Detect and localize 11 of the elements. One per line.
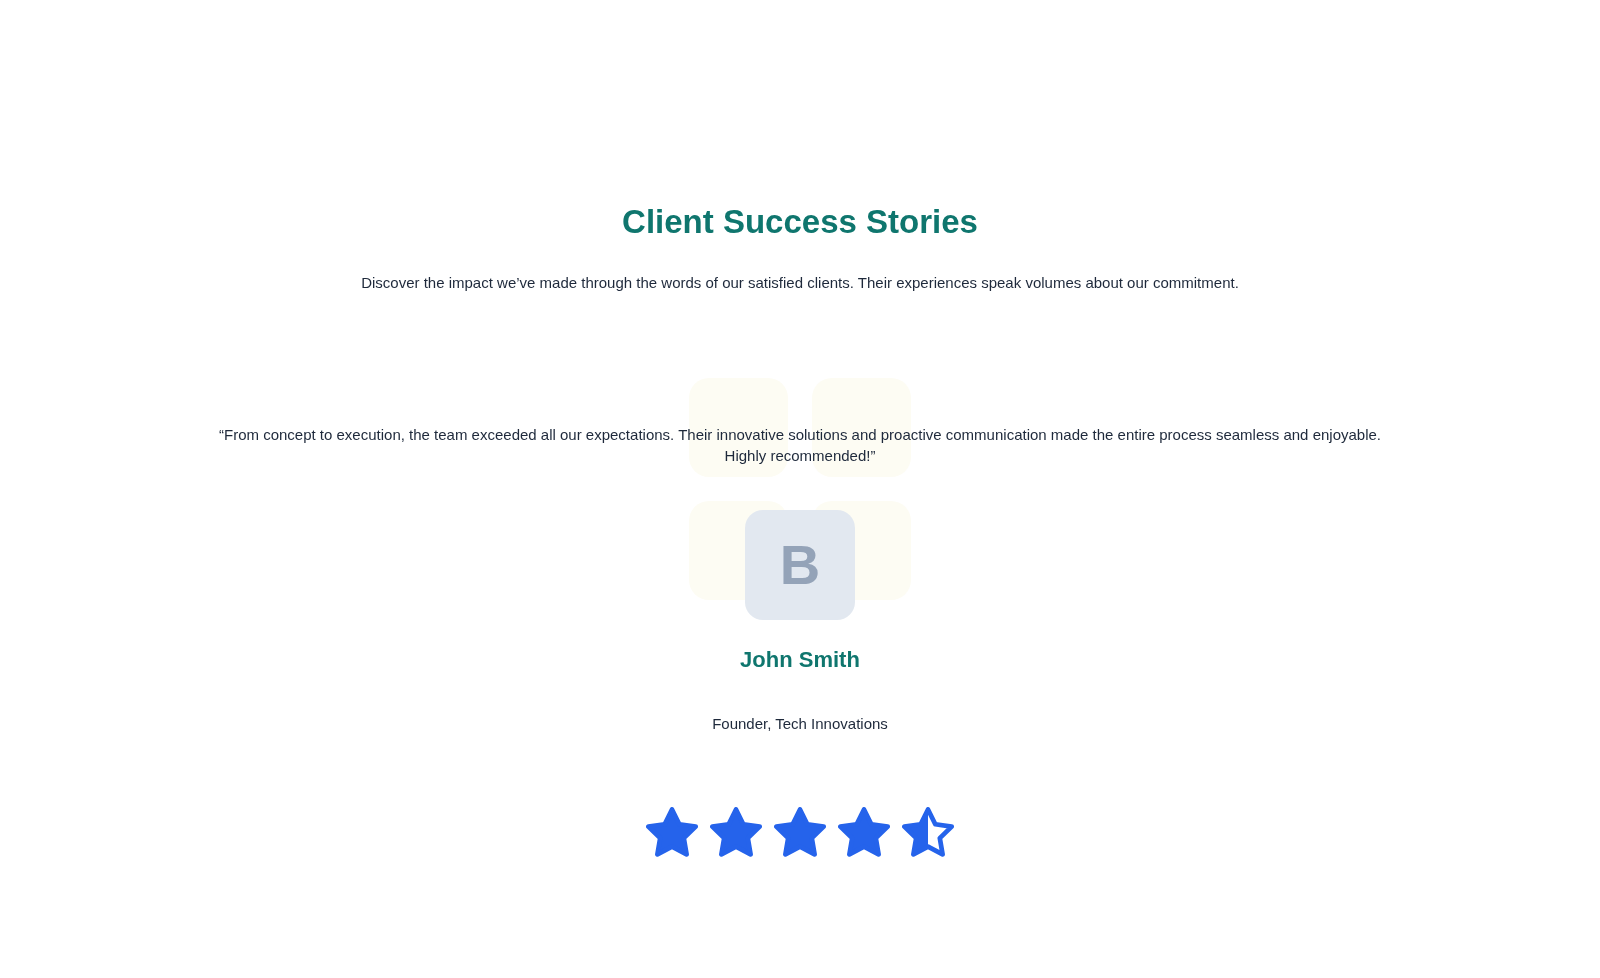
- star-icon: [774, 807, 826, 857]
- client-name: John Smith: [740, 646, 860, 674]
- star-icon: [710, 807, 762, 857]
- avatar-initial: B: [745, 510, 855, 620]
- half-star-icon: [902, 807, 954, 857]
- star-icon: [838, 807, 890, 857]
- section-subtitle: Discover the impact we’ve made through the words of our satisfied clients. Their experiences speak volumes about our commitment.: [361, 273, 1239, 293]
- section-title: Client Success Stories: [622, 202, 978, 242]
- testimonial-quote: “From concept to execution, the team exceeded all our expectations. Their innovative solutions and proactive communication made the entire process seamless and enjoyable. Highly recommended!”: [218, 425, 1382, 466]
- star-icon: [646, 807, 698, 857]
- client-role: Founder, Tech Innovations: [712, 714, 888, 734]
